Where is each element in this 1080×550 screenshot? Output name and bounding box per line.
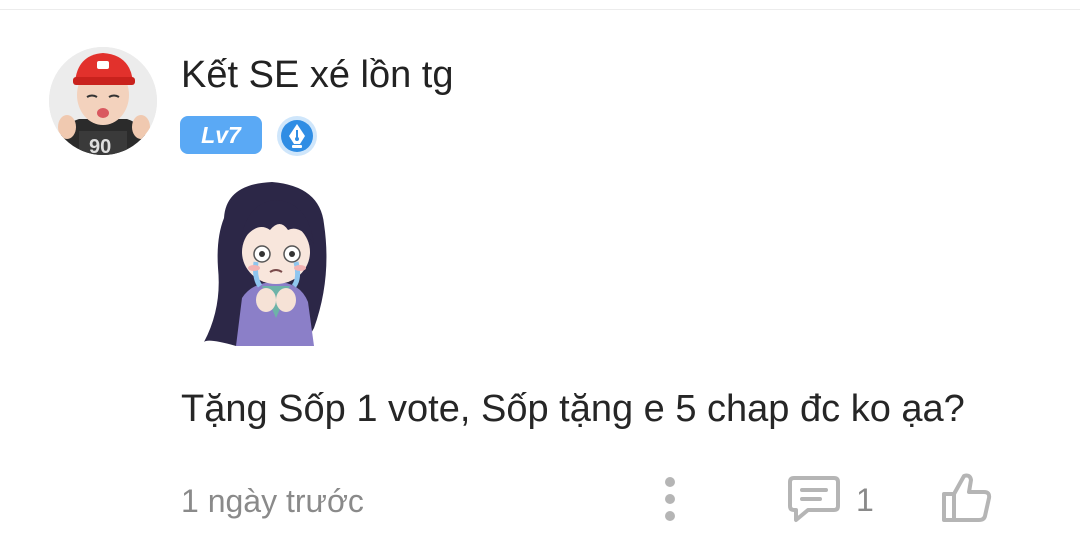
username[interactable]: Kết SE xé lồn tg — [181, 52, 454, 98]
pen-nib-icon — [276, 115, 318, 157]
comment-text: Tặng Sốp 1 vote, Sốp tặng e 5 chap đc ko… — [181, 388, 965, 430]
more-vertical-icon — [665, 477, 675, 521]
svg-text:90: 90 — [89, 136, 111, 155]
comment-item: 90 Kết SE xé lồn tg Lv7 Tặng Sốp 1 vote,… — [0, 0, 1080, 550]
comment-timestamp: 1 ngày trước — [181, 483, 364, 519]
thumbs-up-icon — [942, 473, 992, 522]
crying-anime-girl-sticker — [196, 178, 346, 350]
level-badge: Lv7 — [180, 116, 262, 154]
comment-icon — [788, 476, 840, 522]
reply-button[interactable]: 1 — [786, 470, 896, 526]
more-options-button[interactable] — [650, 472, 690, 528]
avatar[interactable]: 90 — [49, 47, 157, 155]
reply-count: 1 — [856, 482, 874, 518]
like-button[interactable] — [936, 468, 996, 528]
